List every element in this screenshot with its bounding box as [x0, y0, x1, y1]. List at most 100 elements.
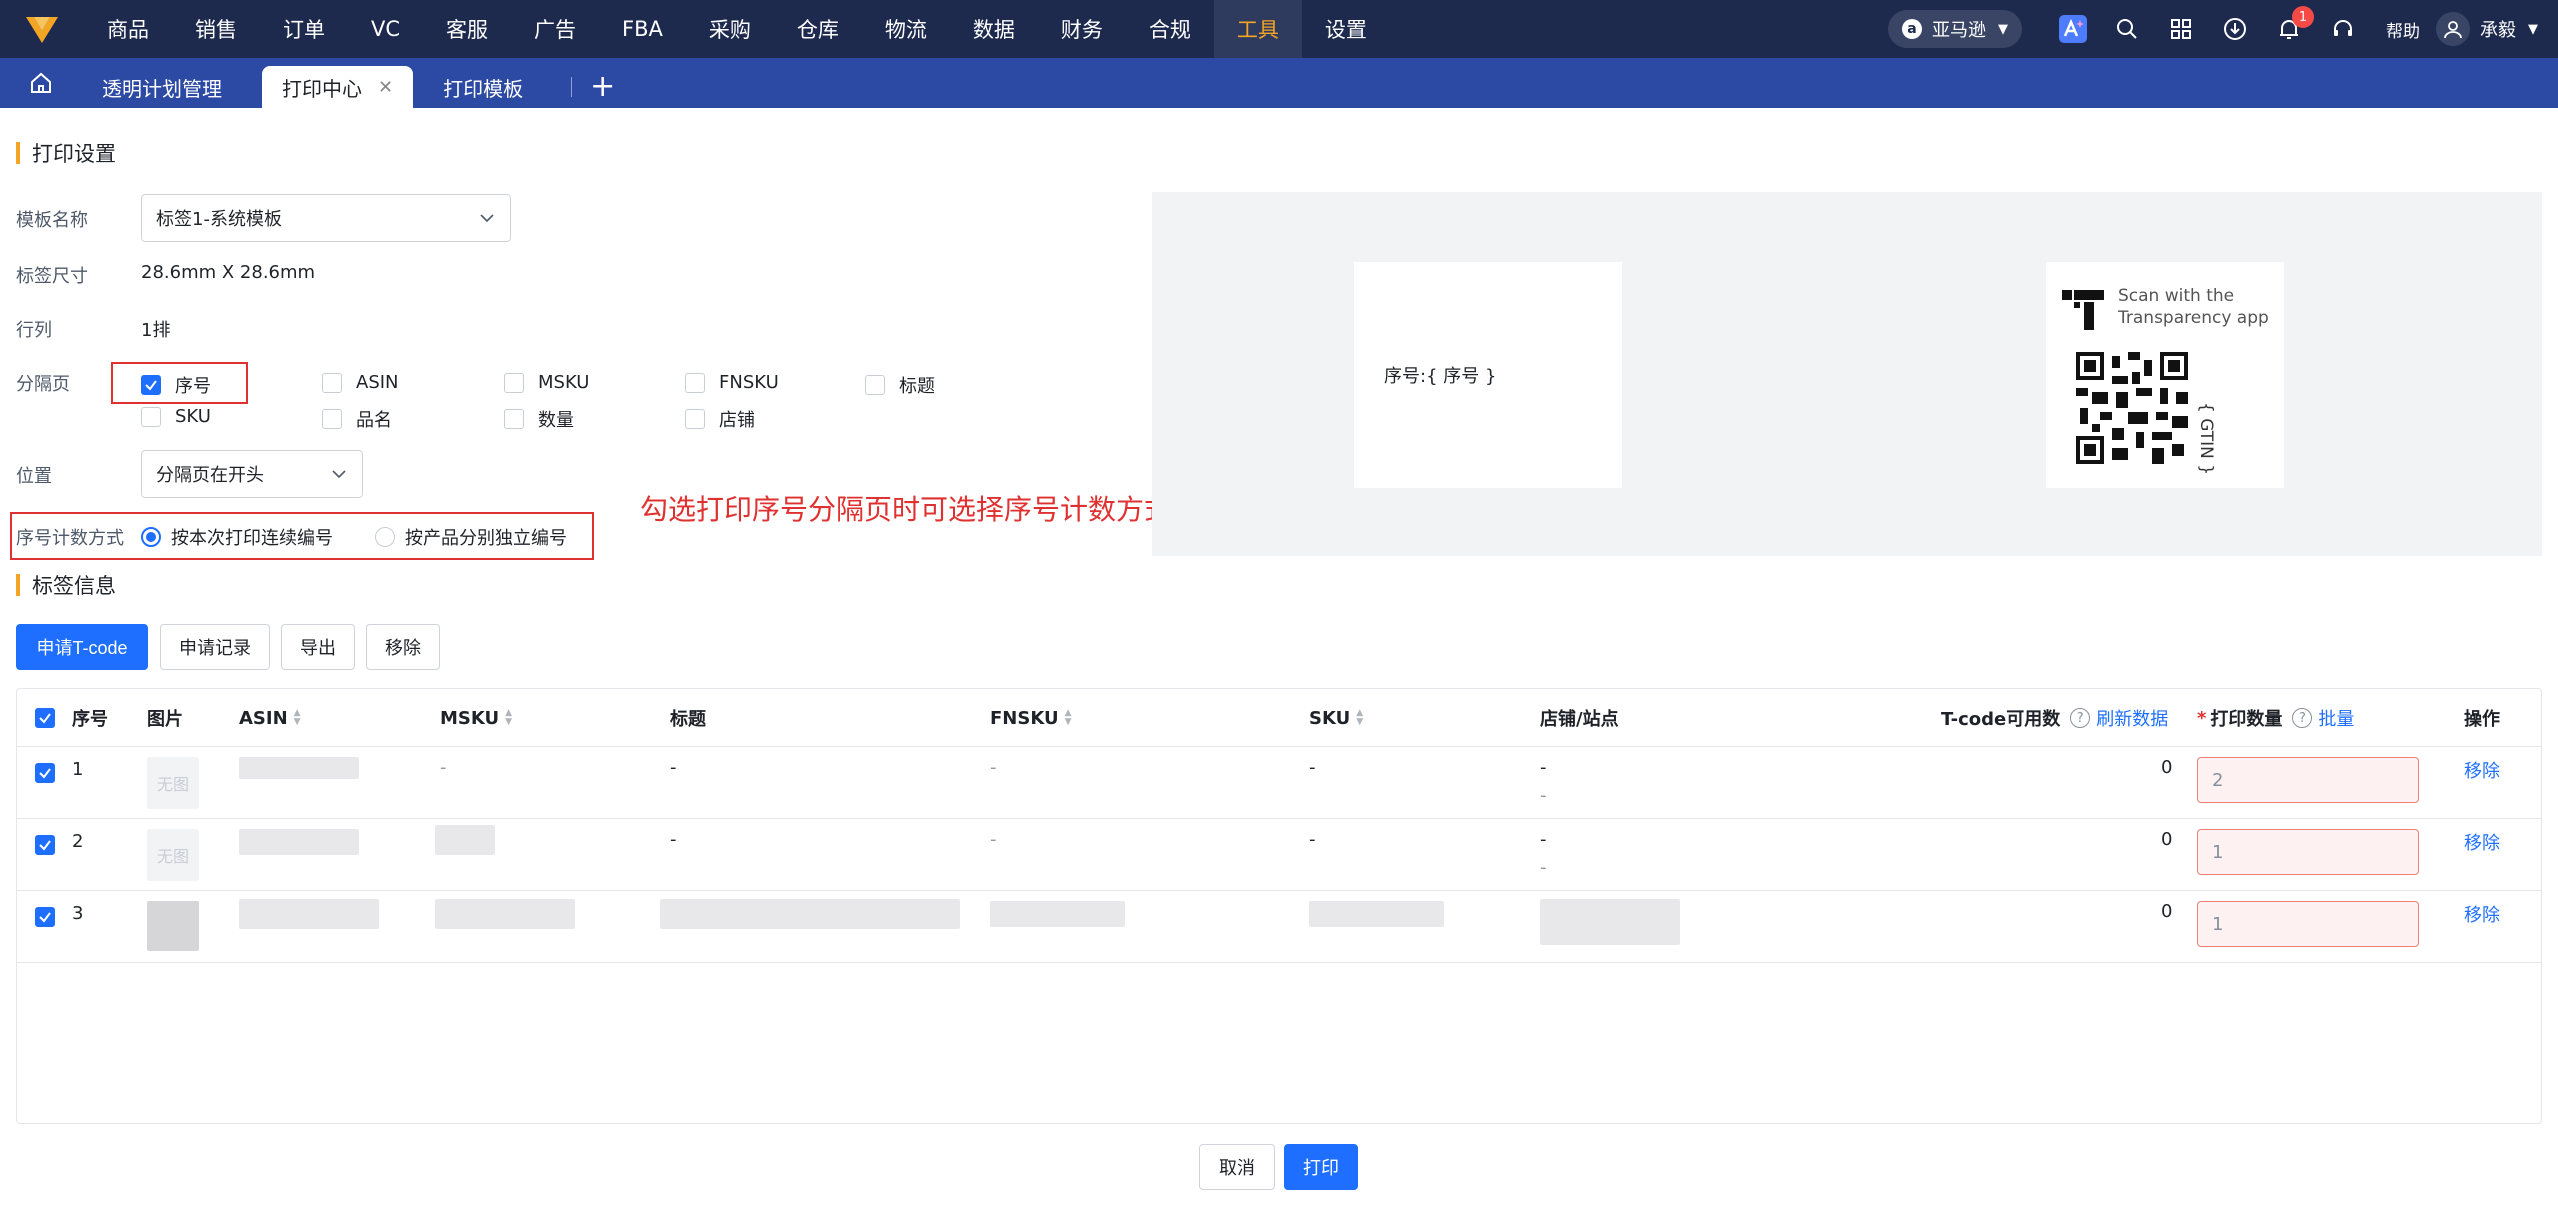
checkbox-checked-icon	[35, 763, 55, 783]
cancel-button[interactable]: 取消	[1199, 1144, 1275, 1190]
print-quantity-input[interactable]: 1	[2197, 901, 2419, 947]
checkbox-quantity[interactable]: 数量	[504, 406, 574, 432]
print-quantity-input[interactable]: 2	[2197, 757, 2419, 803]
checkbox-title[interactable]: 标题	[865, 372, 935, 398]
apps-grid-icon[interactable]	[2154, 0, 2208, 58]
checkbox-fnsku[interactable]: FNSKU	[685, 372, 779, 393]
label-preview-area: 序号:{ 序号 } Scan with the Transparency app	[1152, 192, 2542, 556]
row-checkbox[interactable]	[35, 907, 55, 927]
position-value: 分隔页在开头	[156, 465, 264, 486]
user-menu[interactable]: 承毅 ▼	[2436, 12, 2538, 46]
nav-item-sales[interactable]: 销售	[172, 0, 260, 58]
tab-print-template[interactable]: 打印模板	[423, 66, 543, 108]
numbering-method-label: 序号计数方式	[16, 528, 124, 549]
checkbox-product-name[interactable]: 品名	[322, 406, 392, 432]
export-button[interactable]: 导出	[281, 624, 355, 670]
header-label: 打印数量	[2210, 709, 2283, 730]
column-header-msku[interactable]: MSKU ▲ ▼	[440, 689, 512, 747]
select-all-checkbox[interactable]	[35, 689, 55, 747]
nav-item-products[interactable]: 商品	[84, 0, 172, 58]
position-select[interactable]: 分隔页在开头	[141, 450, 363, 498]
tab-print-center[interactable]: 打印中心 ✕	[262, 66, 414, 108]
help-circle-icon[interactable]: ?	[2070, 708, 2091, 728]
radio-continuous-numbering[interactable]: 按本次打印连续编号	[141, 524, 333, 550]
row-checkbox[interactable]	[35, 763, 55, 783]
caret-down-icon: ▼	[1998, 21, 2008, 37]
nav-item-compliance[interactable]: 合规	[1126, 0, 1214, 58]
checkbox-sku[interactable]: SKU	[141, 406, 211, 427]
checkbox-label: MSKU	[538, 372, 590, 393]
nav-item-settings[interactable]: 设置	[1302, 0, 1390, 58]
print-button[interactable]: 打印	[1284, 1144, 1358, 1190]
apply-tcode-button[interactable]: 申请T-code	[16, 624, 148, 670]
add-tab-icon[interactable]: +	[590, 69, 615, 104]
app-logo[interactable]	[0, 0, 84, 58]
apply-records-button[interactable]: 申请记录	[160, 624, 270, 670]
checkbox-checked-icon	[35, 907, 55, 927]
store-selector[interactable]: a 亚马逊 ▼	[1888, 10, 2022, 48]
main-content: 打印设置 模板名称 标签1-系统模板 标签尺寸 28.6mm X 28.6mm …	[0, 108, 2558, 1223]
tab-transparency-plan[interactable]: 透明计划管理	[82, 66, 242, 108]
fnsku-redacted	[990, 901, 1125, 927]
nav-item-logistics[interactable]: 物流	[862, 0, 950, 58]
row-remove-link[interactable]: 移除	[2464, 901, 2500, 927]
position-label: 位置	[16, 466, 52, 487]
rows-value: 1排	[141, 320, 171, 341]
remove-button[interactable]: 移除	[366, 624, 440, 670]
radio-per-product-numbering[interactable]: 按产品分别独立编号	[375, 524, 567, 550]
headset-support-icon[interactable]	[2316, 0, 2370, 58]
ai-assistant-icon[interactable]	[2046, 0, 2100, 58]
sort-icon: ▲ ▼	[293, 708, 301, 727]
checkbox-unchecked-icon	[865, 375, 885, 395]
checkbox-store[interactable]: 店铺	[685, 406, 755, 432]
row-title: -	[670, 829, 677, 850]
row-store: -	[1540, 757, 1547, 778]
batch-link[interactable]: 批量	[2318, 705, 2354, 731]
refresh-data-link[interactable]: 刷新数据	[2096, 705, 2168, 731]
checkbox-msku[interactable]: MSKU	[504, 372, 589, 393]
checkbox-unchecked-icon	[685, 372, 705, 393]
nav-item-orders[interactable]: 订单	[260, 0, 348, 58]
help-link[interactable]: 帮助	[2386, 17, 2420, 42]
qr-code-icon	[2076, 352, 2188, 464]
nav-item-fba[interactable]: FBA	[599, 0, 686, 58]
checkbox-asin[interactable]: ASIN	[322, 372, 399, 393]
checkbox-serial[interactable]: 序号	[141, 372, 211, 398]
row-store: -	[1540, 829, 1547, 850]
template-name-select[interactable]: 标签1-系统模板	[141, 194, 511, 242]
column-header-asin[interactable]: ASIN ▲ ▼	[239, 689, 301, 747]
row-msku: -	[440, 757, 447, 778]
nav-item-finance[interactable]: 财务	[1038, 0, 1126, 58]
home-icon[interactable]	[0, 58, 82, 108]
section-title-text: 打印设置	[32, 142, 116, 166]
nav-item-customer-service[interactable]: 客服	[423, 0, 511, 58]
help-circle-icon[interactable]: ?	[2292, 708, 2313, 728]
checkbox-checked-icon	[35, 835, 55, 855]
checkbox-label: 标题	[899, 376, 935, 397]
chevron-down-icon	[332, 470, 346, 479]
column-header-sku[interactable]: SKU ▲ ▼	[1309, 689, 1363, 747]
nav-item-data[interactable]: 数据	[950, 0, 1038, 58]
row-remove-link[interactable]: 移除	[2464, 757, 2500, 783]
separator-page-preview: 序号:{ 序号 }	[1354, 262, 1622, 488]
nav-item-warehouse[interactable]: 仓库	[774, 0, 862, 58]
gtin-placeholder: { GTIN }	[2196, 402, 2216, 476]
search-icon[interactable]	[2100, 0, 2154, 58]
row-site: -	[1540, 857, 1547, 878]
print-quantity-input[interactable]: 1	[2197, 829, 2419, 875]
row-remove-link[interactable]: 移除	[2464, 829, 2500, 855]
close-icon[interactable]: ✕	[378, 77, 393, 98]
checkbox-label: 店铺	[719, 410, 755, 431]
separator-page-label: 分隔页	[16, 374, 70, 395]
separator-preview-text: 序号:{ 序号 }	[1384, 366, 1497, 387]
nav-item-vc[interactable]: VC	[348, 0, 423, 58]
column-header-fnsku[interactable]: FNSKU ▲ ▼	[990, 689, 1072, 747]
notification-bell-icon[interactable]: 1	[2262, 0, 2316, 58]
nav-item-purchase[interactable]: 采购	[686, 0, 774, 58]
tab-divider	[571, 77, 573, 97]
download-icon[interactable]	[2208, 0, 2262, 58]
row-checkbox[interactable]	[35, 835, 55, 855]
column-header-index: 序号	[72, 709, 108, 730]
nav-item-ads[interactable]: 广告	[511, 0, 599, 58]
nav-item-tools[interactable]: 工具	[1213, 0, 1302, 58]
